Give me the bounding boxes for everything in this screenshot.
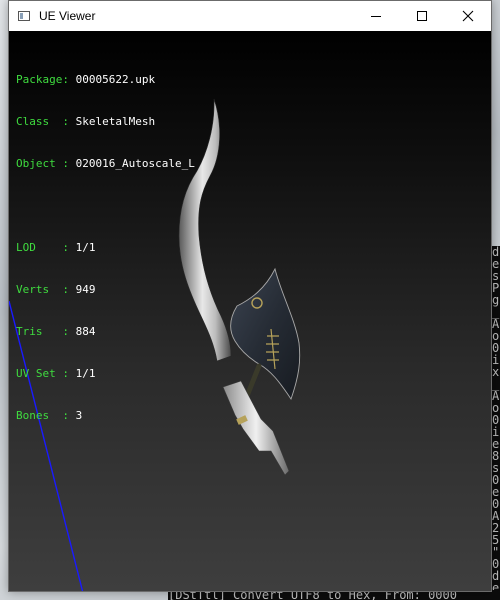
close-icon xyxy=(462,10,474,22)
app-icon xyxy=(18,11,30,21)
maximize-icon xyxy=(417,11,427,21)
3d-viewport[interactable]: Package: 00005622.upk Class : SkeletalMe… xyxy=(9,31,491,591)
info-class: Class : SkeletalMesh xyxy=(16,115,156,128)
window-title: UE Viewer xyxy=(39,9,96,23)
info-lod: LOD : 1/1 xyxy=(16,241,96,254)
minimize-icon xyxy=(371,15,381,17)
close-button[interactable] xyxy=(445,1,491,31)
mesh-info-overlay: Package: 00005622.upk Class : SkeletalMe… xyxy=(16,45,195,451)
info-spacer xyxy=(16,199,195,213)
info-tris: Tris : 884 xyxy=(16,325,96,338)
handle-shape xyxy=(222,380,290,476)
maximize-button[interactable] xyxy=(399,1,445,31)
title-bar[interactable]: UE Viewer xyxy=(9,1,491,31)
info-verts: Verts : 949 xyxy=(16,283,96,296)
ue-viewer-window: UE Viewer Package: 00005622.upk Class: … xyxy=(8,0,492,592)
info-uvset: UV Set : 1/1 xyxy=(16,367,96,380)
info-object: Object : 020016_Autoscale_L xyxy=(16,157,195,170)
info-bones: Bones : 3 xyxy=(16,409,83,422)
axe-head-shape xyxy=(230,267,301,401)
minimize-button[interactable] xyxy=(353,1,399,31)
info-package: Package: 00005622.upk xyxy=(16,73,156,86)
